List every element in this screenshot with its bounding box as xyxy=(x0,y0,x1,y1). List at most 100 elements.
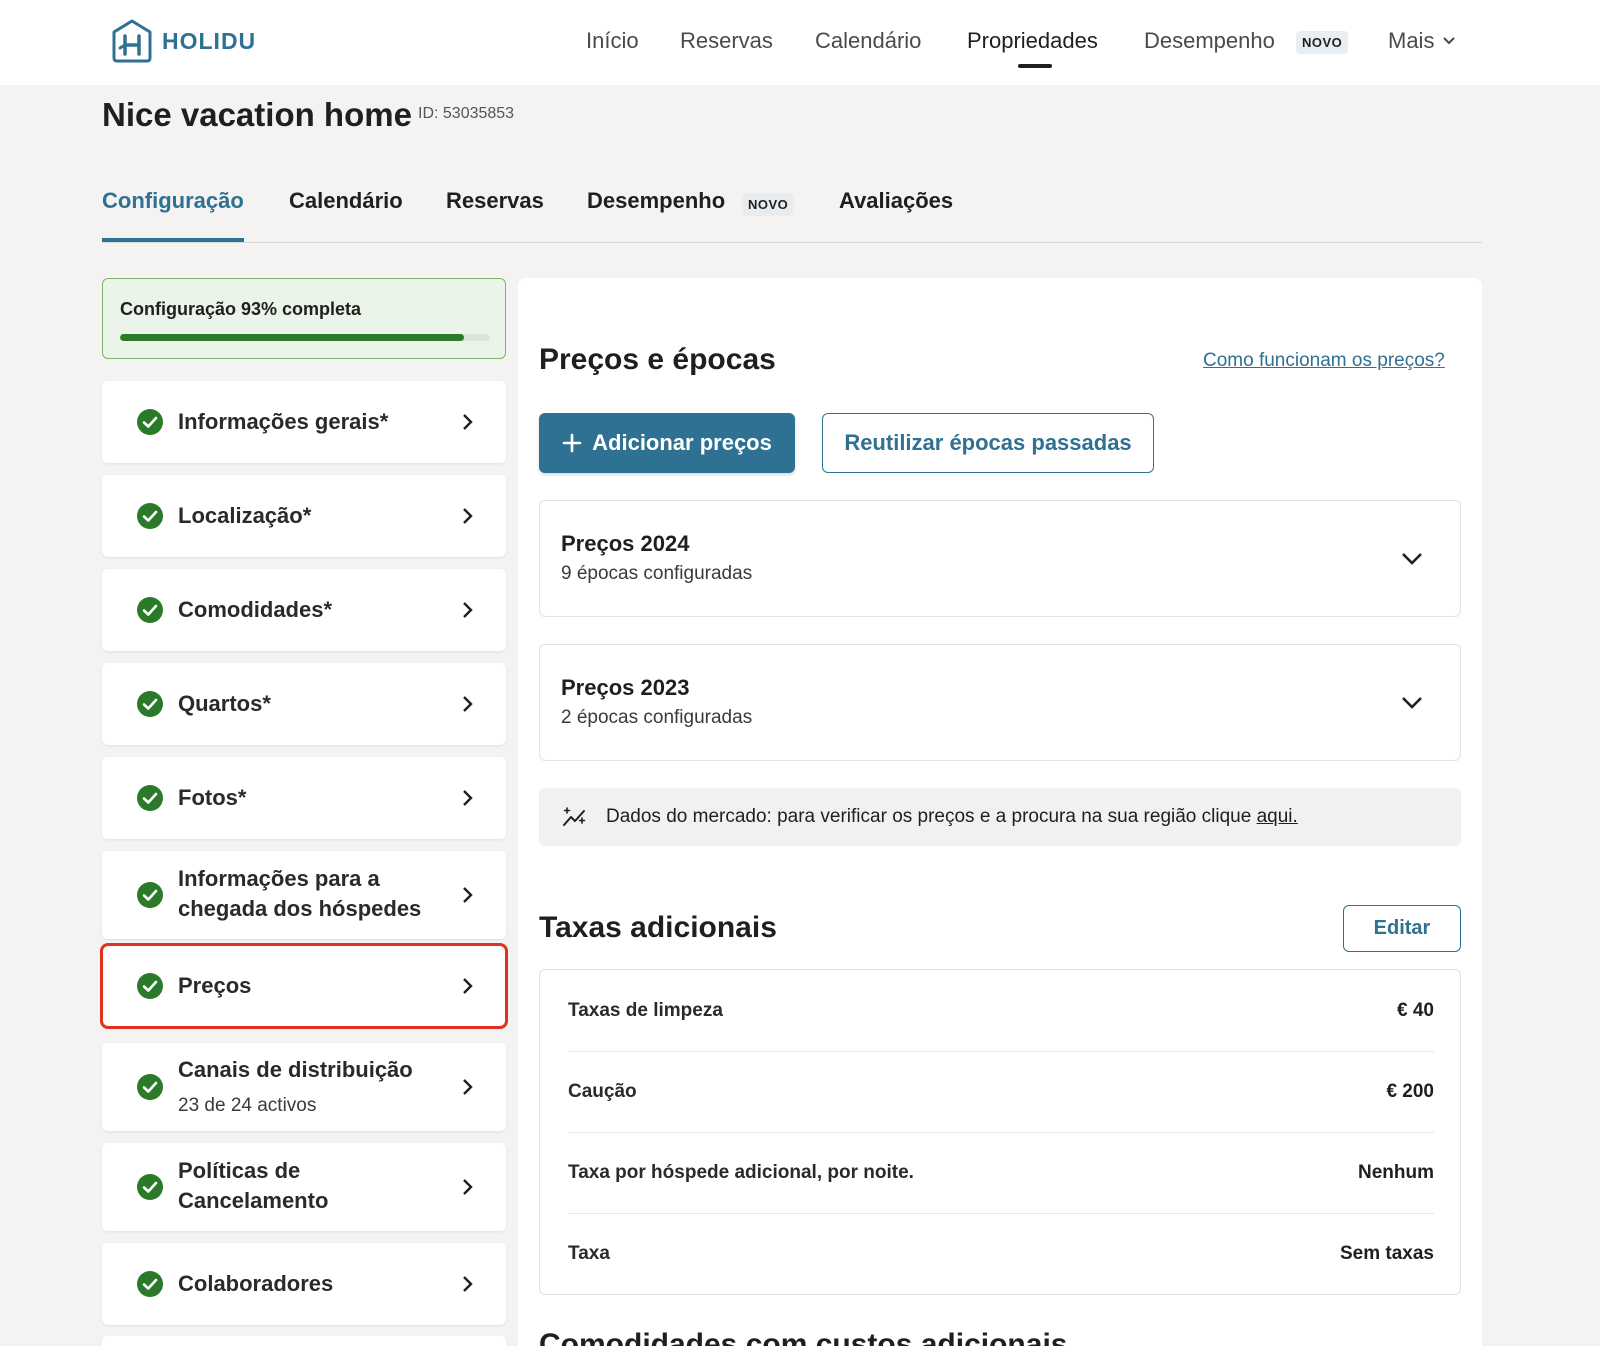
sidebar-item-label: Quartos* xyxy=(178,691,271,716)
sidebar-item-label: Colaboradores xyxy=(178,1271,334,1296)
fee-row: Taxa por hóspede adicional, por noite. N… xyxy=(568,1132,1434,1213)
season-count: 2 épocas configuradas xyxy=(561,707,753,728)
check-circle-icon xyxy=(137,785,163,811)
chevron-down-icon xyxy=(1402,697,1422,709)
fees-section-title: Taxas adicionais xyxy=(539,911,777,944)
chevron-right-icon xyxy=(463,508,473,524)
season-title: Preços 2024 xyxy=(561,531,690,556)
edit-fees-button[interactable]: Editar xyxy=(1343,905,1461,952)
extra-cost-amenities-title: Comodidades com custos adicionais xyxy=(539,1328,1068,1346)
sidebar-item-canais-distribuicao[interactable]: Canais de distribuição 23 de 24 activos xyxy=(102,1043,506,1131)
nav-active-indicator xyxy=(1018,64,1052,68)
sidebar-item-comodidades[interactable]: Comodidades* xyxy=(102,569,506,651)
fee-value: € 40 xyxy=(1397,1000,1434,1021)
nav-new-badge: NOVO xyxy=(1296,31,1349,54)
chevron-right-icon xyxy=(463,414,473,430)
tab-calendario[interactable]: Calendário xyxy=(289,188,403,214)
fee-name: Taxas de limpeza xyxy=(568,1000,723,1021)
add-prices-label: Adicionar preços xyxy=(592,430,772,455)
chevron-right-icon xyxy=(463,1179,473,1195)
sidebar-item-label: Informações para a chegada dos hóspedes xyxy=(178,866,422,921)
sidebar-item-quartos[interactable]: Quartos* xyxy=(102,663,506,745)
fee-name: Taxa xyxy=(568,1243,610,1264)
check-circle-icon xyxy=(137,409,163,435)
nav-item-inicio[interactable]: Início xyxy=(586,28,639,54)
check-circle-icon xyxy=(137,1271,163,1297)
chevron-right-icon xyxy=(463,1276,473,1292)
sidebar-item-label: Informações gerais* xyxy=(178,409,389,434)
distribution-channels-count: 23 de 24 activos xyxy=(178,1095,317,1116)
fee-row: Taxa Sem taxas xyxy=(568,1213,1434,1294)
sidebar-item-fotos[interactable]: Fotos* xyxy=(102,757,506,839)
add-prices-button[interactable]: Adicionar preços xyxy=(539,413,795,473)
sidebar-item-partial[interactable] xyxy=(102,1336,506,1346)
house-logo-icon xyxy=(112,19,152,63)
check-circle-icon xyxy=(137,691,163,717)
check-circle-icon xyxy=(137,973,163,999)
fees-table: Taxas de limpeza € 40 Caução € 200 Taxa … xyxy=(539,969,1461,1295)
sidebar-item-label: Comodidades* xyxy=(178,597,333,622)
tabs-divider xyxy=(102,242,1482,243)
chevron-down-icon xyxy=(1443,37,1456,45)
plus-icon xyxy=(562,433,582,453)
chevron-down-icon xyxy=(1402,553,1422,565)
nav-item-reservas[interactable]: Reservas xyxy=(680,28,773,54)
season-title: Preços 2023 xyxy=(561,675,690,700)
setup-progress-bar xyxy=(120,334,490,341)
check-circle-icon xyxy=(137,882,163,908)
fee-value: Sem taxas xyxy=(1339,1243,1434,1264)
setup-progress-card: Configuração 93% completa xyxy=(102,278,506,359)
tab-new-badge: NOVO xyxy=(742,193,795,216)
chevron-right-icon xyxy=(463,1079,473,1095)
nav-item-propriedades[interactable]: Propriedades xyxy=(967,28,1098,54)
check-circle-icon xyxy=(137,503,163,529)
check-circle-icon xyxy=(137,597,163,623)
top-navigation-bar: HOLIDU Início Reservas Calendário Propri… xyxy=(0,0,1600,85)
pricing-help-link[interactable]: Como funcionam os preços? xyxy=(1203,350,1445,372)
sidebar-item-label: Localização* xyxy=(178,503,312,528)
fee-name: Taxa por hóspede adicional, por noite. xyxy=(568,1162,914,1183)
sidebar-item-label: Preços xyxy=(178,973,252,998)
fee-value: € 200 xyxy=(1386,1081,1434,1102)
sidebar-item-localizacao[interactable]: Localização* xyxy=(102,475,506,557)
tab-avaliacoes[interactable]: Avaliações xyxy=(839,188,953,214)
reuse-past-seasons-button[interactable]: Reutilizar épocas passadas xyxy=(822,413,1154,473)
tab-configuracao[interactable]: Configuração xyxy=(102,188,244,214)
sidebar-item-politicas-cancelamento[interactable]: Políticas de Cancelamento xyxy=(102,1143,506,1231)
setup-progress-fill xyxy=(120,334,465,341)
tab-reservas[interactable]: Reservas xyxy=(446,188,544,214)
brand-name: HOLIDU xyxy=(162,27,257,54)
market-data-text: Dados do mercado: para verificar os preç… xyxy=(606,806,1257,827)
check-circle-icon xyxy=(137,1174,163,1200)
tab-desempenho[interactable]: Desempenho xyxy=(587,188,725,214)
fee-name: Caução xyxy=(568,1081,637,1102)
page-title: Nice vacation home xyxy=(102,96,412,133)
trend-sparkle-icon xyxy=(563,807,586,826)
sidebar-item-label: Canais de distribuição xyxy=(178,1057,413,1082)
check-circle-icon xyxy=(137,1074,163,1100)
holidu-logo[interactable]: HOLIDU xyxy=(110,18,256,64)
nav-item-calendario[interactable]: Calendário xyxy=(815,28,921,54)
sidebar-item-label: Fotos* xyxy=(178,785,247,810)
nav-item-desempenho[interactable]: Desempenho xyxy=(1144,28,1275,54)
fee-value: Nenhum xyxy=(1358,1162,1434,1183)
setup-progress-label: Configuração 93% completa xyxy=(120,299,362,319)
sidebar-item-informacoes-gerais[interactable]: Informações gerais* xyxy=(102,381,506,463)
season-card-2023[interactable]: Preços 2023 2 épocas configuradas xyxy=(539,644,1461,761)
pricing-section-title: Preços e épocas xyxy=(539,343,776,376)
nav-more-menu[interactable]: Mais xyxy=(1388,28,1456,54)
chevron-right-icon xyxy=(463,790,473,806)
sidebar-item-chegada-hospedes[interactable]: Informações para a chegada dos hóspedes xyxy=(102,851,506,939)
property-id: ID: 53035853 xyxy=(418,105,515,122)
market-data-banner: Dados do mercado: para verificar os preç… xyxy=(539,788,1461,846)
market-data-link[interactable]: aqui. xyxy=(1257,806,1298,827)
sidebar-item-label: Políticas de Cancelamento xyxy=(178,1158,329,1213)
sidebar-item-precos[interactable]: Preços xyxy=(100,943,508,1029)
nav-more-label: Mais xyxy=(1388,28,1435,53)
chevron-right-icon xyxy=(463,696,473,712)
chevron-right-icon xyxy=(463,887,473,903)
season-count: 9 épocas configuradas xyxy=(561,563,753,584)
sidebar-item-colaboradores[interactable]: Colaboradores xyxy=(102,1243,506,1325)
chevron-right-icon xyxy=(463,978,473,994)
season-card-2024[interactable]: Preços 2024 9 épocas configuradas xyxy=(539,500,1461,617)
